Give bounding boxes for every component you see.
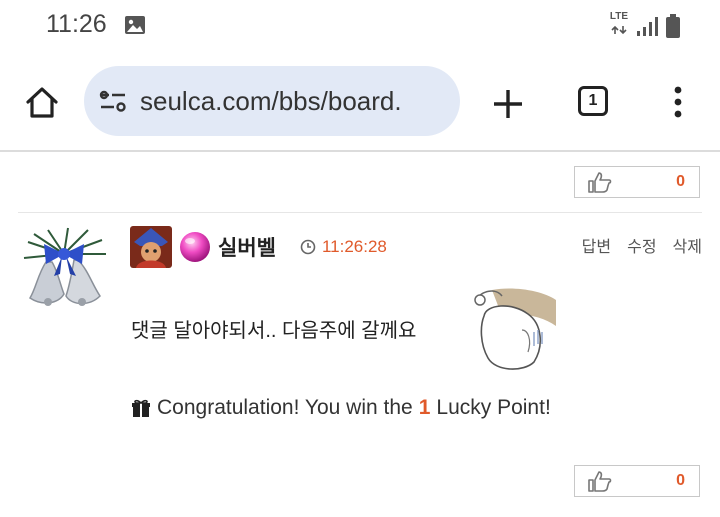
like-button[interactable]: 0	[574, 166, 700, 198]
pink-gem-icon	[180, 232, 210, 262]
comment-like-button[interactable]: 0	[574, 465, 700, 497]
comment-like-count: 0	[676, 472, 685, 489]
toolbar-divider	[0, 150, 720, 152]
thumbs-up-icon	[588, 172, 612, 193]
url-text[interactable]: seulca.com/bbs/board.	[140, 86, 402, 117]
edit-button[interactable]: 수정	[627, 233, 656, 257]
emoticon-image	[472, 286, 560, 372]
battery-icon	[666, 14, 680, 38]
status-bar: 11:26 LTE	[0, 0, 720, 52]
lte-icon: LTE	[610, 12, 628, 40]
tab-switcher-icon[interactable]: 1	[578, 86, 608, 116]
comment-divider	[18, 212, 702, 213]
reply-button[interactable]: 답변	[582, 233, 611, 257]
lucky-point-message: Congratulation! You win the 1 Lucky Poin…	[131, 396, 551, 420]
home-icon[interactable]	[20, 80, 64, 124]
new-tab-icon[interactable]	[488, 84, 528, 124]
signal-icon	[637, 17, 658, 36]
lucky-number: 1	[418, 396, 431, 419]
status-indicators: LTE	[610, 12, 680, 40]
browser-toolbar: seulca.com/bbs/board. 1	[0, 60, 720, 146]
comment-header: 실버벨 11:26:28	[130, 226, 387, 268]
url-bar[interactable]: seulca.com/bbs/board.	[84, 66, 460, 136]
gift-icon	[132, 399, 150, 417]
comment-text: 댓글 달아야되서.. 다음주에 갈께요	[131, 320, 417, 342]
data-arrows-icon	[611, 25, 627, 35]
comment-time: 11:26:28	[321, 237, 387, 256]
image-icon	[125, 16, 145, 34]
comment-actions: 답변 수정 삭제	[582, 233, 702, 257]
christmas-bells-avatar	[23, 227, 106, 306]
thumbs-up-icon	[588, 471, 612, 492]
comment-username[interactable]: 실버벨	[218, 232, 276, 262]
delete-button[interactable]: 삭제	[673, 233, 702, 257]
status-time: 11:26	[46, 10, 107, 38]
site-settings-icon[interactable]	[98, 86, 128, 116]
more-menu-icon[interactable]	[668, 82, 688, 122]
lucky-prefix: Congratulation! You win the	[157, 396, 413, 419]
tab-count: 1	[588, 92, 598, 109]
clock-icon	[300, 239, 316, 255]
lucky-suffix: Lucky Point!	[436, 396, 551, 419]
like-count: 0	[676, 173, 685, 190]
game-character-icon	[130, 226, 172, 268]
